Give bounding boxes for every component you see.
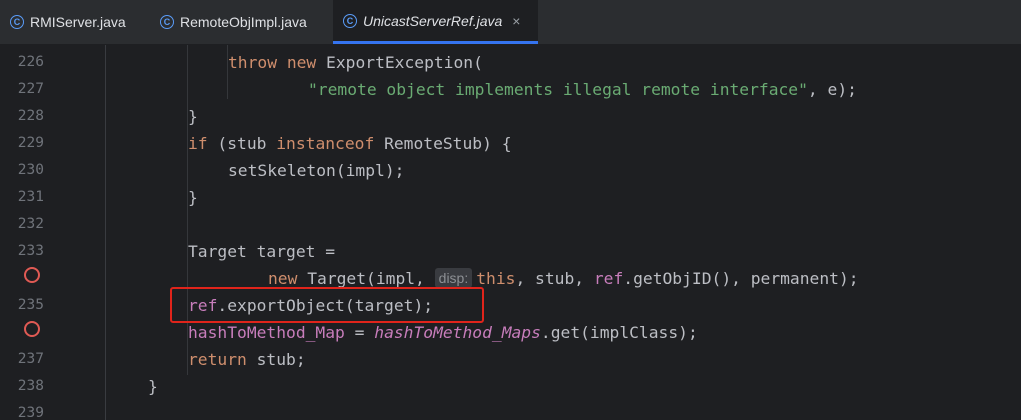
java-class-icon: C (160, 15, 174, 29)
code-line-238: } (148, 377, 158, 396)
line-number: 231 (17, 189, 44, 205)
close-tab-icon[interactable]: × (512, 13, 520, 29)
keyword: if (188, 134, 208, 153)
code-line-236: hashToMethod_Map = hashToMethod_Maps.get… (188, 319, 698, 346)
tab-unicastserverref[interactable]: C UnicastServerRef.java × (333, 0, 538, 44)
code-text: Target(impl, (297, 269, 435, 288)
string-literal: "remote object implements illegal remote… (308, 80, 808, 99)
line-number: 226 (17, 54, 44, 70)
keyword: new (286, 53, 317, 72)
breakpoint-icon[interactable] (24, 321, 40, 337)
code-text: stub; (246, 350, 306, 369)
code-line-227: "remote object implements illegal remote… (308, 76, 857, 103)
code-line-229: if (stub instanceof RemoteStub) { (188, 130, 512, 157)
line-number: 229 (17, 135, 44, 151)
code-text: .getObjID(), permanent); (623, 269, 859, 288)
field-reference: hashToMethod_Map (188, 323, 345, 342)
tab-label: RMIServer.java (30, 14, 126, 30)
code-line-233: Target target = (188, 242, 336, 261)
tab-rmiserver[interactable]: C RMIServer.java (0, 0, 150, 44)
editor-tab-bar: C RMIServer.java C RemoteObjImpl.java C … (0, 0, 1021, 45)
parameter-hint: disp: (434, 268, 473, 288)
field-reference: ref (593, 269, 624, 288)
code-line-228: } (188, 107, 198, 126)
keyword: return (188, 350, 247, 369)
code-text: .get(implClass); (540, 323, 698, 342)
line-number-gutter[interactable]: 226 227 228 229 230 231 232 233 235 237 … (0, 45, 105, 420)
java-class-icon: C (10, 15, 24, 29)
line-number: 237 (17, 351, 44, 367)
code-editor: C RMIServer.java C RemoteObjImpl.java C … (0, 0, 1021, 420)
code-text: , stub, (515, 269, 594, 288)
tab-remoteobjimpl[interactable]: C RemoteObjImpl.java (150, 0, 333, 44)
code-text: RemoteStub) { (374, 134, 512, 153)
code-text: , e); (807, 80, 857, 99)
line-number: 239 (17, 405, 44, 420)
line-number: 232 (17, 216, 44, 232)
static-field-reference: hashToMethod_Maps (374, 323, 541, 342)
code-line-231: } (188, 188, 198, 207)
code-area[interactable]: throw new ExportException( "remote objec… (106, 45, 1021, 420)
line-number: 228 (17, 108, 44, 124)
breakpoint-icon[interactable] (24, 267, 40, 283)
keyword: this (476, 269, 516, 288)
line-number: 238 (17, 378, 44, 394)
tab-label: RemoteObjImpl.java (180, 14, 307, 30)
code-text: ExportException( (316, 53, 483, 72)
code-line-226: throw new ExportException( (228, 49, 483, 76)
code-line-237: return stub; (188, 346, 306, 373)
keyword: new (268, 269, 298, 288)
line-number: 230 (17, 162, 44, 178)
code-line-230: setSkeleton(impl); (228, 161, 405, 180)
java-class-icon: C (343, 13, 357, 28)
line-number: 233 (17, 243, 44, 259)
keyword: instanceof (276, 134, 375, 153)
tab-label: UnicastServerRef.java (363, 12, 503, 29)
code-text: = (344, 323, 375, 342)
code-text: (stub (207, 134, 277, 153)
keyword: throw (228, 53, 278, 72)
line-number: 227 (17, 81, 44, 97)
highlight-annotation-box (170, 287, 484, 323)
line-number: 235 (17, 297, 44, 313)
